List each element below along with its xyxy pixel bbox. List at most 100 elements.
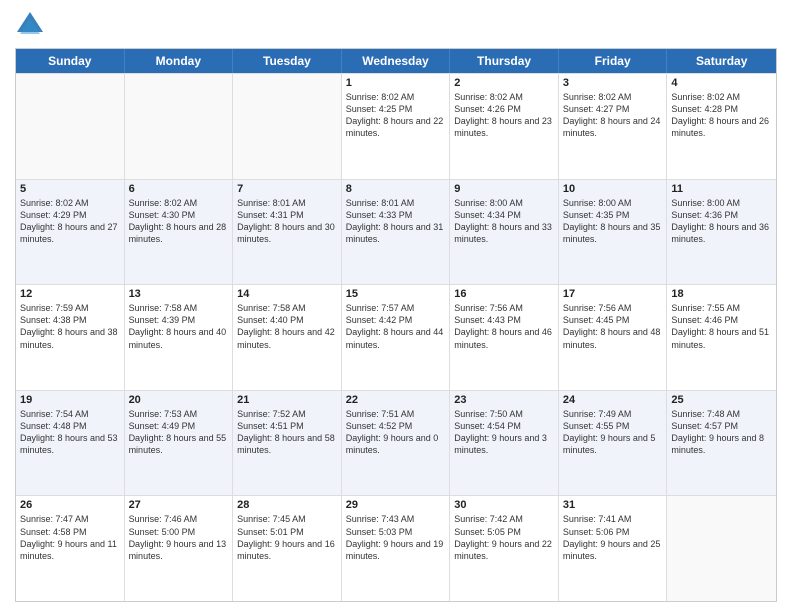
day-info: Sunrise: 7:53 AMSunset: 4:49 PMDaylight:… xyxy=(129,408,229,457)
cal-cell xyxy=(233,74,342,179)
cal-cell: 22 Sunrise: 7:51 AMSunset: 4:52 PMDayligh… xyxy=(342,391,451,496)
cal-cell: 23Sunrise: 7:50 AMSunset: 4:54 PMDayligh… xyxy=(450,391,559,496)
day-info: Sunrise: 7:51 AMSunset: 4:52 PMDaylight:… xyxy=(346,408,446,457)
cal-cell: 15 Sunrise: 7:57 AMSunset: 4:42 PMDayligh… xyxy=(342,285,451,390)
cal-cell: 20 Sunrise: 7:53 AMSunset: 4:49 PMDayligh… xyxy=(125,391,234,496)
day-number: 9 xyxy=(454,183,554,195)
day-number: 8 xyxy=(346,183,446,195)
cal-cell: 16Sunrise: 7:56 AMSunset: 4:43 PMDayligh… xyxy=(450,285,559,390)
cal-cell: 2 Sunrise: 8:02 AMSunset: 4:26 PMDaylight… xyxy=(450,74,559,179)
day-info: Sunrise: 8:00 AMSunset: 4:36 PMDaylight:… xyxy=(671,197,772,246)
day-number: 6 xyxy=(129,183,229,195)
cal-cell: 17 Sunrise: 7:56 AMSunset: 4:45 PMDayligh… xyxy=(559,285,668,390)
cal-cell: 31 Sunrise: 7:41 AMSunset: 5:06 PMDayligh… xyxy=(559,496,668,601)
col-header-sunday: Sunday xyxy=(16,49,125,73)
cal-cell: 12 Sunrise: 7:59 AMSunset: 4:38 PMDayligh… xyxy=(16,285,125,390)
logo-icon xyxy=(15,10,45,40)
day-number: 19 xyxy=(20,394,120,406)
day-info: Sunrise: 7:49 AMSunset: 4:55 PMDaylight:… xyxy=(563,408,663,457)
day-number: 20 xyxy=(129,394,229,406)
day-number: 7 xyxy=(237,183,337,195)
day-number: 29 xyxy=(346,499,446,511)
cal-cell: 27 Sunrise: 7:46 AMSunset: 5:00 PMDayligh… xyxy=(125,496,234,601)
day-number: 22 xyxy=(346,394,446,406)
day-info: Sunrise: 7:57 AMSunset: 4:42 PMDaylight:… xyxy=(346,302,446,351)
day-info: Sunrise: 7:58 AMSunset: 4:39 PMDaylight:… xyxy=(129,302,229,351)
cal-cell: 29 Sunrise: 7:43 AMSunset: 5:03 PMDayligh… xyxy=(342,496,451,601)
day-number: 17 xyxy=(563,288,663,300)
day-number: 18 xyxy=(671,288,772,300)
cal-cell: 6 Sunrise: 8:02 AMSunset: 4:30 PMDaylight… xyxy=(125,180,234,285)
day-info: Sunrise: 8:02 AMSunset: 4:30 PMDaylight:… xyxy=(129,197,229,246)
day-number: 27 xyxy=(129,499,229,511)
cal-cell: 24 Sunrise: 7:49 AMSunset: 4:55 PMDayligh… xyxy=(559,391,668,496)
day-number: 25 xyxy=(671,394,772,406)
cal-cell: 11 Sunrise: 8:00 AMSunset: 4:36 PMDayligh… xyxy=(667,180,776,285)
day-info: Sunrise: 8:02 AMSunset: 4:28 PMDaylight:… xyxy=(671,91,772,140)
day-number: 23 xyxy=(454,394,554,406)
day-info: Sunrise: 8:00 AMSunset: 4:34 PMDaylight:… xyxy=(454,197,554,246)
cal-cell: 13 Sunrise: 7:58 AMSunset: 4:39 PMDayligh… xyxy=(125,285,234,390)
cal-week-0: 1Sunrise: 8:02 AMSunset: 4:25 PMDaylight… xyxy=(16,73,776,179)
day-number: 28 xyxy=(237,499,337,511)
day-number: 13 xyxy=(129,288,229,300)
day-info: Sunrise: 8:01 AMSunset: 4:33 PMDaylight:… xyxy=(346,197,446,246)
cal-cell: 19 Sunrise: 7:54 AMSunset: 4:48 PMDayligh… xyxy=(16,391,125,496)
day-number: 16 xyxy=(454,288,554,300)
cal-cell: 21Sunrise: 7:52 AMSunset: 4:51 PMDayligh… xyxy=(233,391,342,496)
day-info: Sunrise: 7:46 AMSunset: 5:00 PMDaylight:… xyxy=(129,513,229,562)
day-info: Sunrise: 8:02 AMSunset: 4:29 PMDaylight:… xyxy=(20,197,120,246)
calendar-body: 1Sunrise: 8:02 AMSunset: 4:25 PMDaylight… xyxy=(16,73,776,601)
cal-cell: 3 Sunrise: 8:02 AMSunset: 4:27 PMDaylight… xyxy=(559,74,668,179)
cal-week-4: 26 Sunrise: 7:47 AMSunset: 4:58 PMDayligh… xyxy=(16,495,776,601)
day-number: 14 xyxy=(237,288,337,300)
cal-cell: 10 Sunrise: 8:00 AMSunset: 4:35 PMDayligh… xyxy=(559,180,668,285)
day-number: 11 xyxy=(671,183,772,195)
day-number: 2 xyxy=(454,77,554,89)
day-info: Sunrise: 7:42 AMSunset: 5:05 PMDaylight:… xyxy=(454,513,554,562)
cal-week-3: 19 Sunrise: 7:54 AMSunset: 4:48 PMDayligh… xyxy=(16,390,776,496)
day-number: 15 xyxy=(346,288,446,300)
col-header-monday: Monday xyxy=(125,49,234,73)
day-info: Sunrise: 7:47 AMSunset: 4:58 PMDaylight:… xyxy=(20,513,120,562)
day-info: Sunrise: 7:59 AMSunset: 4:38 PMDaylight:… xyxy=(20,302,120,351)
day-info: Sunrise: 7:56 AMSunset: 4:45 PMDaylight:… xyxy=(563,302,663,351)
cal-week-2: 12 Sunrise: 7:59 AMSunset: 4:38 PMDayligh… xyxy=(16,284,776,390)
day-info: Sunrise: 7:54 AMSunset: 4:48 PMDaylight:… xyxy=(20,408,120,457)
day-info: Sunrise: 7:41 AMSunset: 5:06 PMDaylight:… xyxy=(563,513,663,562)
calendar: SundayMondayTuesdayWednesdayThursdayFrid… xyxy=(15,48,777,602)
cal-cell xyxy=(125,74,234,179)
day-info: Sunrise: 8:01 AMSunset: 4:31 PMDaylight:… xyxy=(237,197,337,246)
cal-cell: 7 Sunrise: 8:01 AMSunset: 4:31 PMDaylight… xyxy=(233,180,342,285)
day-info: Sunrise: 7:52 AMSunset: 4:51 PMDaylight:… xyxy=(237,408,337,457)
cal-cell: 9 Sunrise: 8:00 AMSunset: 4:34 PMDaylight… xyxy=(450,180,559,285)
col-header-thursday: Thursday xyxy=(450,49,559,73)
day-number: 3 xyxy=(563,77,663,89)
header xyxy=(15,10,777,40)
day-number: 26 xyxy=(20,499,120,511)
cal-cell: 25 Sunrise: 7:48 AMSunset: 4:57 PMDayligh… xyxy=(667,391,776,496)
cal-cell: 4Sunrise: 8:02 AMSunset: 4:28 PMDaylight… xyxy=(667,74,776,179)
day-number: 24 xyxy=(563,394,663,406)
day-info: Sunrise: 7:48 AMSunset: 4:57 PMDaylight:… xyxy=(671,408,772,457)
day-info: Sunrise: 8:02 AMSunset: 4:26 PMDaylight:… xyxy=(454,91,554,140)
day-info: Sunrise: 8:02 AMSunset: 4:27 PMDaylight:… xyxy=(563,91,663,140)
day-info: Sunrise: 7:43 AMSunset: 5:03 PMDaylight:… xyxy=(346,513,446,562)
day-number: 30 xyxy=(454,499,554,511)
day-number: 5 xyxy=(20,183,120,195)
cal-cell xyxy=(667,496,776,601)
day-number: 1 xyxy=(346,77,446,89)
cal-cell: 14 Sunrise: 7:58 AMSunset: 4:40 PMDayligh… xyxy=(233,285,342,390)
cal-cell: 28 Sunrise: 7:45 AMSunset: 5:01 PMDayligh… xyxy=(233,496,342,601)
day-number: 31 xyxy=(563,499,663,511)
day-info: Sunrise: 8:00 AMSunset: 4:35 PMDaylight:… xyxy=(563,197,663,246)
col-header-saturday: Saturday xyxy=(667,49,776,73)
page: SundayMondayTuesdayWednesdayThursdayFrid… xyxy=(0,0,792,612)
day-number: 12 xyxy=(20,288,120,300)
col-header-tuesday: Tuesday xyxy=(233,49,342,73)
day-number: 10 xyxy=(563,183,663,195)
day-info: Sunrise: 7:45 AMSunset: 5:01 PMDaylight:… xyxy=(237,513,337,562)
cal-week-1: 5 Sunrise: 8:02 AMSunset: 4:29 PMDaylight… xyxy=(16,179,776,285)
day-info: Sunrise: 7:55 AMSunset: 4:46 PMDaylight:… xyxy=(671,302,772,351)
day-info: Sunrise: 7:58 AMSunset: 4:40 PMDaylight:… xyxy=(237,302,337,351)
